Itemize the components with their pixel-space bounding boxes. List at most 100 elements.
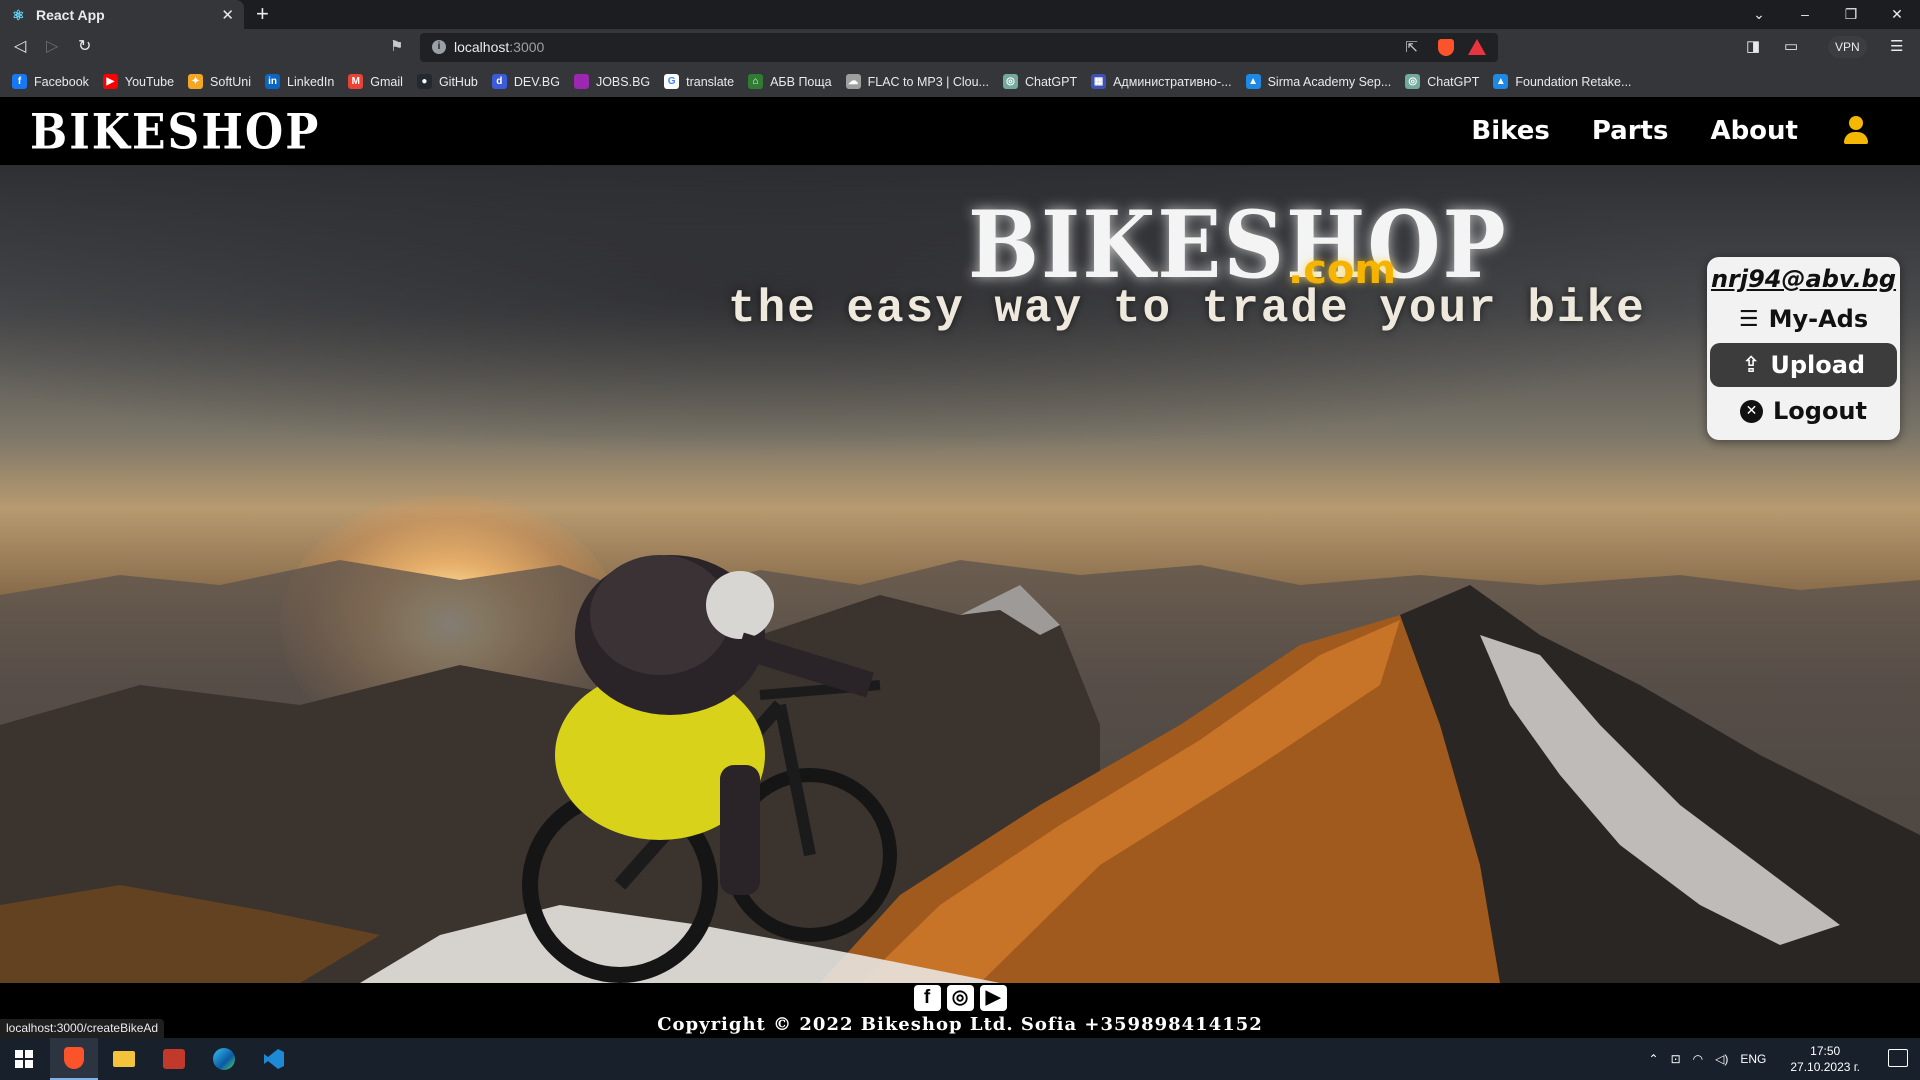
- user-email-link[interactable]: nrj94@abv.bg: [1707, 265, 1900, 293]
- minimize-icon[interactable]: –: [1782, 0, 1828, 29]
- bookmark-item[interactable]: f Facebook: [12, 74, 89, 89]
- app-icon[interactable]: [150, 1038, 198, 1080]
- vpn-button[interactable]: VPN: [1828, 36, 1867, 58]
- user-icon-body: [1844, 132, 1868, 144]
- list-icon: ☰: [1738, 306, 1759, 332]
- nav-parts-link[interactable]: Parts: [1592, 116, 1669, 146]
- bookmark-item[interactable]: M Gmail: [348, 74, 403, 89]
- youtube-icon[interactable]: ▶: [979, 985, 1007, 1011]
- share-icon[interactable]: ⇱: [1405, 38, 1418, 56]
- instagram-icon[interactable]: ◎: [946, 985, 974, 1011]
- wifi-icon[interactable]: ◠: [1693, 1052, 1703, 1066]
- windows-logo-pane-3: [15, 1060, 23, 1068]
- windows-logo-pane-2: [25, 1050, 33, 1058]
- bookmark-item[interactable]: ▲ Foundation Retake...: [1493, 74, 1631, 89]
- bookmark-item[interactable]: Gtranslate: [664, 74, 734, 89]
- wallet-icon[interactable]: ▭: [1784, 37, 1798, 55]
- sidebar-icon[interactable]: ◨: [1746, 37, 1760, 55]
- address-bar[interactable]: i localhost:3000 ⇱: [420, 33, 1498, 62]
- bookmark-item[interactable]: ● GitHub: [416, 74, 478, 89]
- nav-links: Bikes Parts About: [1429, 97, 1870, 165]
- bookmark-item[interactable]: ⌂ АБВ Поща: [748, 74, 832, 89]
- bookmark-item[interactable]: d DEV.BG: [491, 74, 560, 89]
- bookmark-item[interactable]: ☁ FLAC to MP3 | Clou...: [845, 74, 989, 89]
- bookmark-label: Facebook: [34, 74, 89, 89]
- notifications-icon[interactable]: [1888, 1049, 1908, 1067]
- bookmark-label: LinkedIn: [287, 74, 335, 89]
- bookmark-item[interactable]: in LinkedIn: [265, 74, 334, 89]
- bookmark-label: YouTube: [124, 74, 175, 89]
- my-ads-menu-item[interactable]: ☰ My-Ads: [1710, 297, 1897, 341]
- nav-bikes-link[interactable]: Bikes: [1471, 116, 1549, 146]
- forward-icon[interactable]: ▷: [46, 37, 58, 57]
- browser-tab-bar: ⚛ React App ✕ + ⌄ – ❐ ✕: [0, 0, 1920, 29]
- restore-icon[interactable]: ❐: [1828, 0, 1874, 29]
- foundation-icon: ▲: [1493, 74, 1509, 89]
- github-icon: ●: [416, 74, 432, 89]
- upload-menu-item[interactable]: ⇪ Upload: [1710, 343, 1897, 387]
- user-icon[interactable]: [1842, 116, 1870, 146]
- clock-date: 27.10.2023 г.: [1790, 1060, 1860, 1074]
- bookmark-label: GitHub: [438, 74, 478, 89]
- nav-about-link[interactable]: About: [1710, 116, 1798, 146]
- system-tray: ⌃ ⊡ ◠ ◁) ENG 17:50 27.10.2023 г.: [1637, 1038, 1861, 1080]
- logout-menu-item[interactable]: ✕ Logout: [1710, 389, 1897, 433]
- copyright-text: Copyright © 2022 Bikeshop Ltd. Sofia +35…: [657, 1014, 1263, 1035]
- edge-glyph: [213, 1048, 235, 1070]
- reload-icon[interactable]: ↻: [78, 37, 91, 57]
- folder-glyph: [113, 1051, 135, 1067]
- clock[interactable]: 17:50 27.10.2023 г.: [1778, 1043, 1860, 1075]
- close-tab-icon[interactable]: ✕: [221, 6, 234, 24]
- bookmark-label: Foundation Retake...: [1515, 74, 1632, 89]
- hero-banner: BIKESHOP .com the easy way to trade your…: [0, 165, 1920, 983]
- brave-icon[interactable]: [50, 1038, 98, 1080]
- edge-icon[interactable]: [200, 1038, 248, 1080]
- back-icon[interactable]: ◁: [14, 37, 26, 57]
- bookmark-label: FLAC to MP3 | Clou...: [867, 74, 989, 89]
- linkedin-icon: in: [265, 74, 281, 89]
- chatgpt-icon: ◎: [1405, 74, 1421, 89]
- web-page: BIKESHOP Bikes Parts About BIKESHOP .com…: [0, 97, 1920, 1038]
- site-logo[interactable]: BIKESHOP: [30, 104, 320, 160]
- vpn-label: VPN: [1835, 40, 1860, 54]
- facebook-icon[interactable]: f: [913, 985, 941, 1011]
- volume-icon[interactable]: ◁): [1715, 1052, 1728, 1066]
- cloud-icon: ☁: [845, 74, 861, 89]
- new-tab-button[interactable]: +: [256, 3, 269, 25]
- file-explorer-icon[interactable]: [100, 1038, 148, 1080]
- facebook-icon: f: [12, 74, 27, 89]
- bookmark-item[interactable]: ✦ SoftUni: [188, 74, 251, 89]
- language-indicator[interactable]: ENG: [1740, 1052, 1766, 1066]
- youtube-icon: ▶: [102, 74, 118, 89]
- browser-status-bar: localhost:3000/createBikeAd: [0, 1019, 165, 1038]
- bookmark-label: JOBS.BG: [595, 74, 651, 89]
- windows-start-icon[interactable]: [0, 1038, 48, 1080]
- browser-toolbar: ◁ ▷ ↻ ⚑ i localhost:3000 ⇱ ◨ ▭ VPN ☰: [0, 29, 1920, 66]
- rider-helmet: [706, 571, 774, 639]
- bookmark-label: SoftUni: [210, 74, 252, 89]
- site-info-icon[interactable]: i: [432, 40, 446, 54]
- bookmark-icon[interactable]: ⚑: [390, 37, 403, 55]
- tab-search-icon[interactable]: ⌄: [1736, 0, 1782, 29]
- clock-time: 17:50: [1810, 1044, 1841, 1058]
- browser-tab[interactable]: ⚛ React App ✕: [0, 0, 244, 29]
- bookmark-item[interactable]: ◎ ChatGPT: [1405, 74, 1479, 89]
- react-icon: ⚛: [12, 6, 25, 23]
- bookmark-item[interactable]: ▶ YouTube: [102, 74, 175, 89]
- bookmark-item[interactable]: ◎ ChatGPT: [1002, 74, 1077, 89]
- url-text[interactable]: localhost:3000: [454, 39, 544, 55]
- bookmark-label: Sirma Academy Sep...: [1267, 74, 1392, 89]
- vscode-glyph: [264, 1049, 284, 1069]
- vscode-icon[interactable]: [250, 1038, 298, 1080]
- site-navbar: BIKESHOP Bikes Parts About: [0, 97, 1920, 165]
- bookmark-item[interactable]: ▲ Sirma Academy Sep...: [1245, 74, 1392, 89]
- bookmark-item[interactable]: ▦ Административно-...: [1091, 74, 1232, 89]
- brave-rewards-icon[interactable]: [1468, 39, 1486, 55]
- menu-icon[interactable]: ☰: [1890, 37, 1903, 55]
- chevron-up-icon[interactable]: ⌃: [1649, 1052, 1659, 1066]
- network-icon[interactable]: ⊡: [1671, 1052, 1681, 1066]
- windows-logo: [15, 1050, 33, 1068]
- brave-shields-icon[interactable]: [1438, 39, 1454, 56]
- bookmark-item[interactable]: JOBS.BG: [573, 74, 651, 89]
- close-window-icon[interactable]: ✕: [1874, 0, 1920, 29]
